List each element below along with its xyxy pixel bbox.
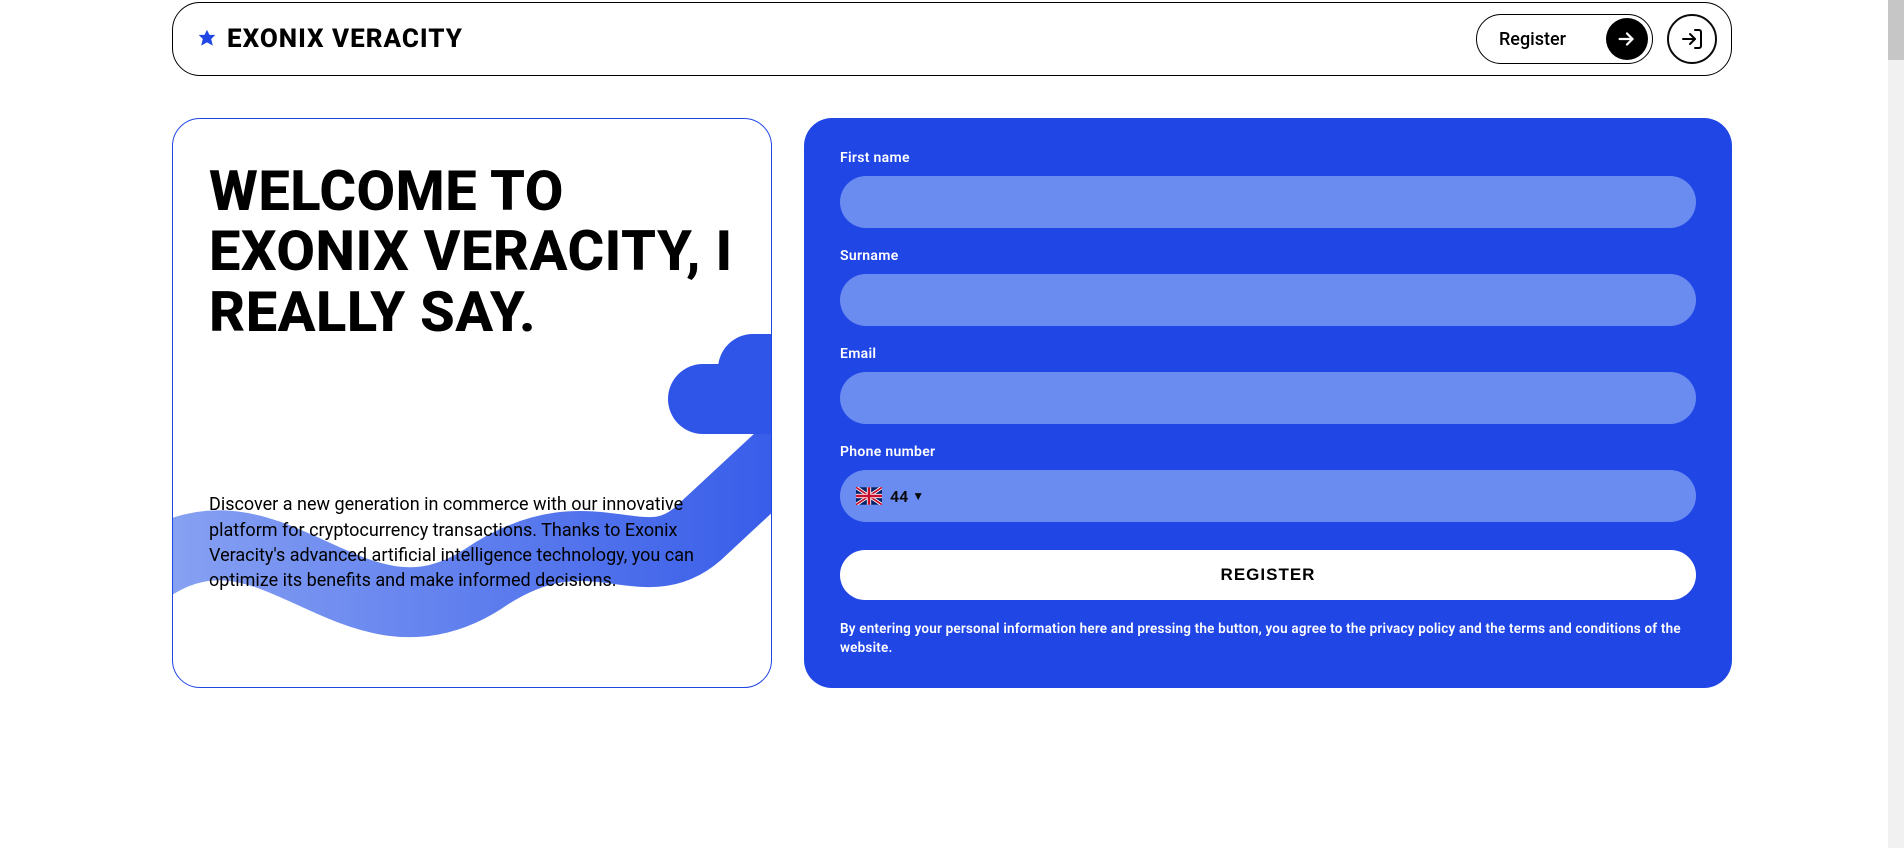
register-submit-button[interactable]: REGISTER (840, 550, 1696, 600)
phone-prefix[interactable]: 44 (890, 487, 908, 506)
chevron-down-icon[interactable]: ▼ (912, 489, 924, 503)
email-input[interactable] (840, 372, 1696, 424)
page-scrollbar[interactable] (1888, 0, 1904, 848)
register-button-label: Register (1499, 29, 1566, 50)
header-bar: EXONIX VERACITY Register (172, 2, 1732, 76)
form-disclaimer: By entering your personal information he… (840, 620, 1696, 658)
first-name-input[interactable] (840, 176, 1696, 228)
uk-flag-icon[interactable] (856, 487, 882, 505)
phone-label: Phone number (840, 444, 1696, 460)
registration-form: First name Surname Email Phone number (804, 118, 1732, 688)
hero-panel: WELCOME TO EXONIX VERACITY, I REALLY SAY… (172, 118, 772, 688)
surname-input[interactable] (840, 274, 1696, 326)
brand-name: EXONIX VERACITY (227, 24, 463, 54)
hero-description: Discover a new generation in commerce wi… (209, 492, 735, 593)
brand: EXONIX VERACITY (197, 24, 463, 54)
brand-star-icon (197, 29, 217, 49)
phone-input[interactable] (934, 470, 1680, 522)
arrow-right-icon (1606, 18, 1648, 60)
login-icon (1680, 27, 1704, 51)
login-button[interactable] (1667, 14, 1717, 64)
hero-title: WELCOME TO EXONIX VERACITY, I REALLY SAY… (209, 161, 735, 342)
register-button[interactable]: Register (1476, 14, 1653, 64)
email-label: Email (840, 346, 1696, 362)
surname-label: Surname (840, 248, 1696, 264)
first-name-label: First name (840, 150, 1696, 166)
